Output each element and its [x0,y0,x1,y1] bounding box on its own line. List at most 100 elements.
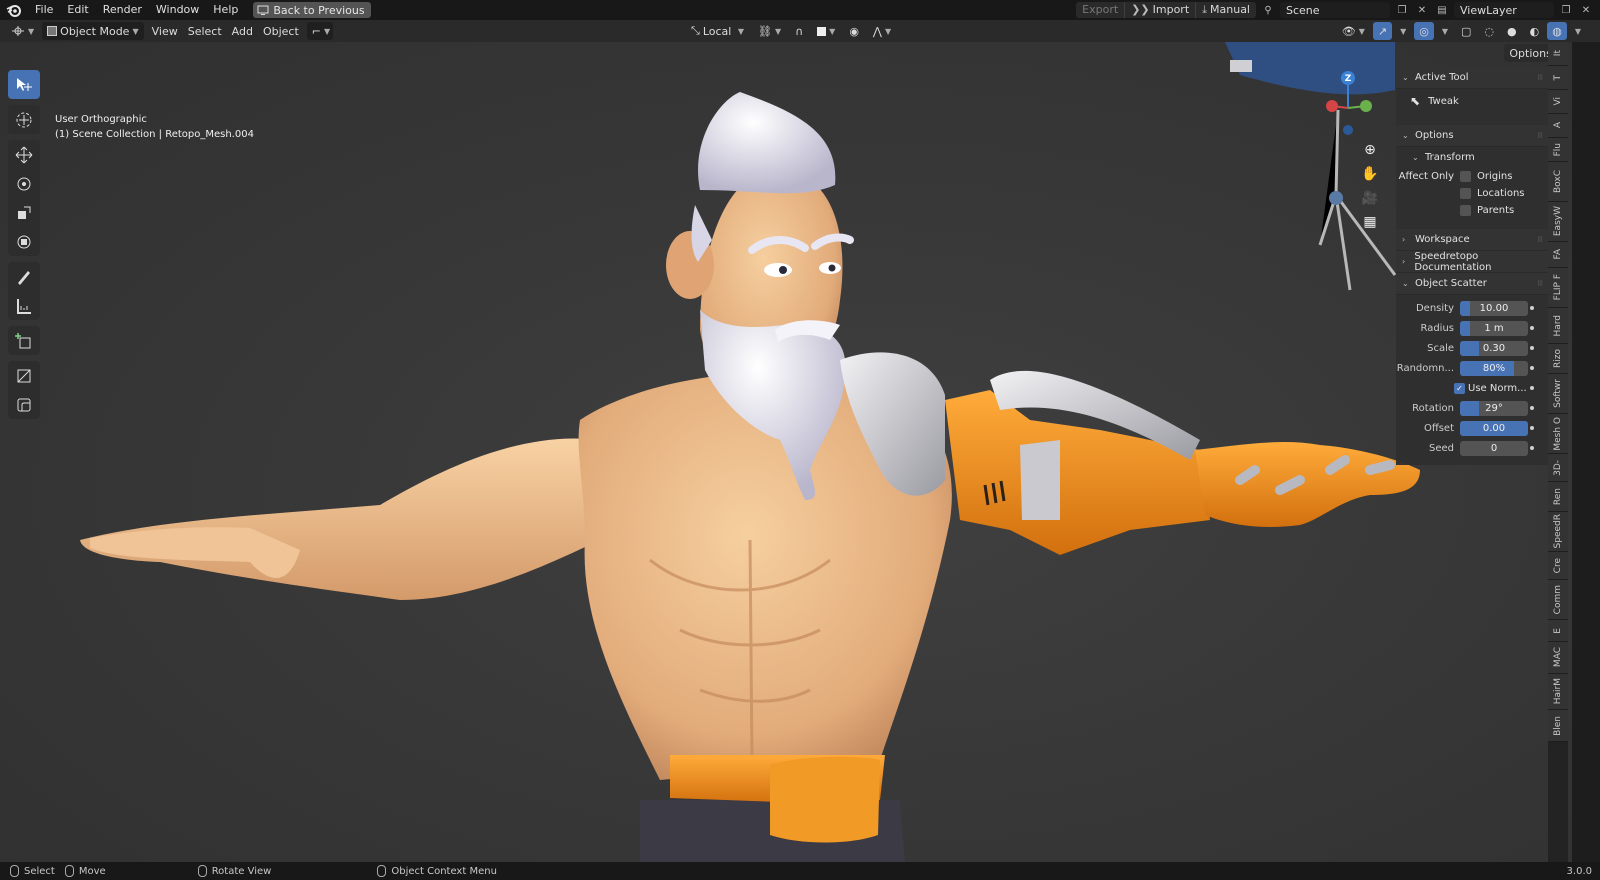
randomness-slider[interactable]: 80% [1460,360,1528,376]
sidebar-tab[interactable]: 3D- [1548,454,1568,482]
keyframe-dot-icon[interactable] [1530,426,1534,430]
active-tool-section[interactable]: ⌄ Active Tool ⁝⁝⁝ [1396,67,1548,89]
rendered-shading-button[interactable]: ◍ [1547,22,1567,40]
sidebar-tab[interactable]: BoxC [1548,162,1568,202]
extra-tool-2-button[interactable] [8,390,40,419]
delete-viewlayer-icon[interactable]: ✕ [1578,2,1594,18]
manual-button[interactable]: ⤓ Manual [1196,2,1256,18]
overlay-dropdown[interactable]: ▼ [1437,22,1453,40]
keyframe-dot-icon[interactable] [1530,366,1534,370]
header-menu-view[interactable]: View [147,22,183,40]
rotation-slider[interactable]: 29° [1460,400,1528,416]
blender-logo-icon[interactable] [0,0,28,20]
new-viewlayer-icon[interactable]: ❐ [1558,2,1574,18]
3d-viewport[interactable]: User Orthographic (1) Scene Collection |… [0,42,1572,862]
header-menu-object[interactable]: Object [258,22,304,40]
annotate-tool-button[interactable] [8,262,40,291]
keyframe-dot-icon[interactable] [1530,446,1534,450]
import-button[interactable]: ❯❯ Import [1125,2,1195,18]
delete-scene-icon[interactable]: ✕ [1414,2,1430,18]
scene-field[interactable]: Scene [1280,2,1390,18]
keyframe-dot-icon[interactable] [1530,326,1534,330]
seed-field[interactable]: 0 [1460,440,1528,456]
sidebar-tab[interactable]: It [1548,42,1568,66]
sidebar-tab[interactable]: Mesh O [1548,414,1568,454]
density-slider[interactable]: 10.00 [1460,300,1528,316]
tweak-tool-button[interactable] [8,70,40,99]
transform-orientation-dropdown[interactable]: ⤡ Local ▼ [686,22,749,40]
radius-slider[interactable]: 1 m [1460,320,1528,336]
sidebar-tab[interactable]: Softwr [1548,374,1568,414]
options-section[interactable]: ⌄ Options ⁝⁝⁝ [1396,125,1548,147]
back-to-previous-button[interactable]: Back to Previous [253,2,371,18]
snap-toggle[interactable]: ∩ [790,22,808,40]
sidebar-tab[interactable]: Vi [1548,90,1568,114]
workspace-section[interactable]: › Workspace ⁝⁝⁝ [1396,229,1548,251]
origins-checkbox[interactable] [1460,170,1471,182]
transform-subsection[interactable]: ⌄ Transform [1396,147,1548,167]
active-tool-row[interactable]: ⬉ Tweak [1396,89,1548,113]
scene-selector-icon[interactable]: ⚲ [1260,2,1276,18]
sidebar-tab[interactable]: Comm [1548,580,1568,620]
visibility-dropdown[interactable]: 👁 ▼ [1337,22,1370,40]
material-shading-button[interactable]: ◐ [1525,22,1545,40]
solid-shading-button[interactable]: ● [1502,22,1522,40]
transform-tool-button[interactable] [8,227,40,256]
speedretopo-section[interactable]: › Speedretopo Documentation [1396,251,1548,273]
header-menu-add[interactable]: Add [227,22,258,40]
pivot-point-dropdown[interactable]: ⛓ ▼ [753,22,786,40]
editor-type-dropdown[interactable]: ▼ [6,22,39,40]
sidebar-tab[interactable]: MAC [1548,642,1568,674]
new-scene-icon[interactable]: ❐ [1394,2,1410,18]
keyframe-dot-icon[interactable] [1530,306,1534,310]
drag-grip-icon[interactable]: ⁝⁝⁝ [1537,73,1543,82]
scale-tool-button[interactable] [8,198,40,227]
camera-view-button[interactable]: 🎥 [1358,186,1382,210]
sidebar-tab[interactable]: EasyW [1548,202,1568,242]
gizmo-dropdown[interactable]: ▼ [1395,22,1411,40]
menu-help[interactable]: Help [206,0,245,20]
object-mode-dropdown[interactable]: Object Mode ▼ [42,22,144,40]
sidebar-tab[interactable]: HairM [1548,674,1568,710]
keyframe-dot-icon[interactable] [1530,346,1534,350]
ortho-toggle-button[interactable]: ▦ [1358,210,1382,234]
scale-slider[interactable]: 0.30 [1460,340,1528,356]
sidebar-tab[interactable]: FLIP F [1548,268,1568,308]
menu-window[interactable]: Window [149,0,206,20]
overlay-toggle[interactable]: ◎ [1414,22,1434,40]
wireframe-shading-button[interactable]: ◌ [1479,22,1499,40]
measure-tool-button[interactable] [8,291,40,320]
add-cube-tool-button[interactable] [8,326,40,355]
sidebar-tab[interactable]: Rizo [1548,344,1568,374]
keyframe-dot-icon[interactable] [1530,386,1534,390]
object-scatter-section[interactable]: ⌄ Object Scatter ⁝⁝⁝ [1396,273,1548,295]
rotate-tool-button[interactable] [8,169,40,198]
keyframe-dot-icon[interactable] [1530,406,1534,410]
viewlayer-field[interactable]: ViewLayer [1454,2,1554,18]
snap-element-dropdown[interactable]: ▼ [812,22,840,40]
export-button[interactable]: Export [1076,2,1124,18]
snap-target-dropdown[interactable]: ⌐ ▼ [306,22,333,40]
cursor-tool-button[interactable] [8,105,40,134]
gizmo-toggle[interactable]: ↗ [1372,22,1393,40]
sidebar-tab[interactable]: Flu [1548,138,1568,162]
navigation-gizmo[interactable]: Z [1310,68,1390,148]
menu-edit[interactable]: Edit [60,0,95,20]
viewlayer-icon[interactable]: ▤ [1434,2,1450,18]
menu-file[interactable]: File [28,0,60,20]
sidebar-tab[interactable]: E [1548,620,1568,642]
sidebar-tab[interactable]: Cre [1548,552,1568,580]
zoom-view-button[interactable]: ⊕ [1358,138,1382,162]
drag-grip-icon[interactable]: ⁝⁝⁝ [1537,235,1543,244]
sidebar-tab[interactable]: Blen [1548,710,1568,742]
drag-grip-icon[interactable]: ⁝⁝⁝ [1537,131,1543,140]
header-menu-select[interactable]: Select [183,22,227,40]
menu-render[interactable]: Render [96,0,149,20]
sidebar-tab[interactable]: T [1548,66,1568,90]
offset-slider[interactable]: 0.00 [1460,420,1528,436]
sidebar-tab[interactable]: FA [1548,242,1568,268]
locations-checkbox[interactable] [1460,188,1471,199]
sidebar-tab[interactable]: Ren [1548,482,1568,512]
move-tool-button[interactable] [8,140,40,169]
extra-tool-1-button[interactable] [8,361,40,390]
